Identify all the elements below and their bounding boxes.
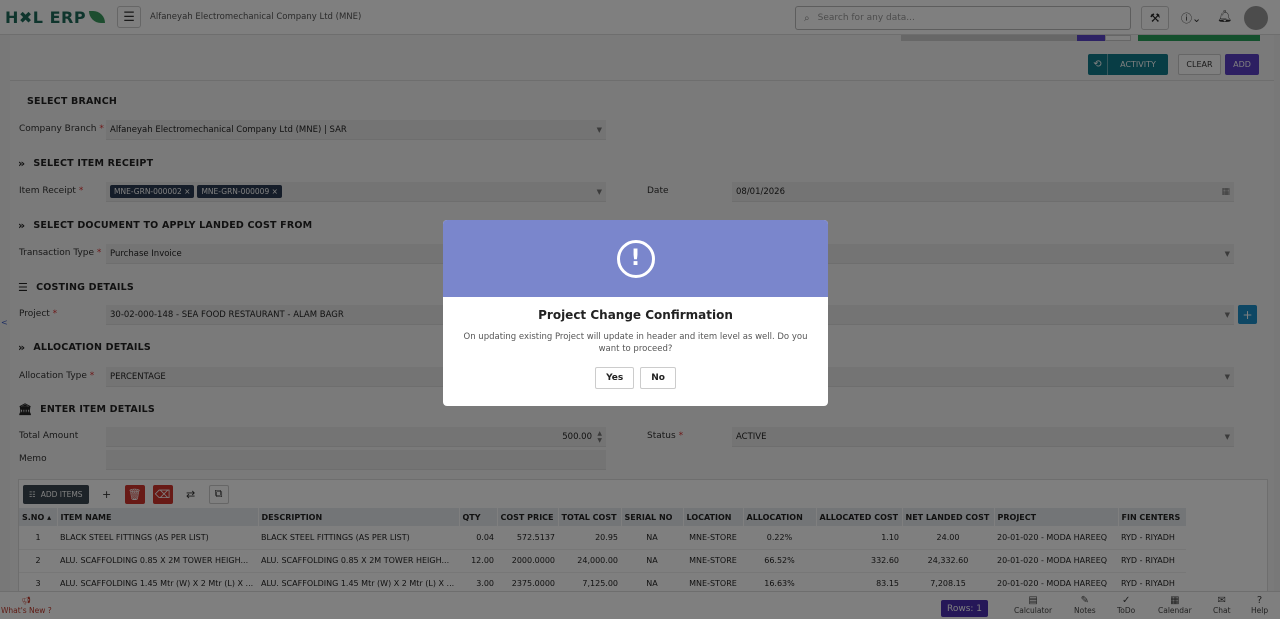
no-button[interactable]: No <box>640 367 676 389</box>
dialog-buttons: Yes No <box>443 367 828 389</box>
project-change-dialog: ! Project Change Confirmation On updatin… <box>443 220 828 406</box>
dialog-message: On updating existing Project will update… <box>463 332 808 354</box>
dialog-title: Project Change Confirmation <box>538 308 733 322</box>
dialog-header: ! <box>443 220 828 297</box>
yes-button[interactable]: Yes <box>595 367 635 389</box>
exclamation-circle-icon: ! <box>616 239 655 278</box>
